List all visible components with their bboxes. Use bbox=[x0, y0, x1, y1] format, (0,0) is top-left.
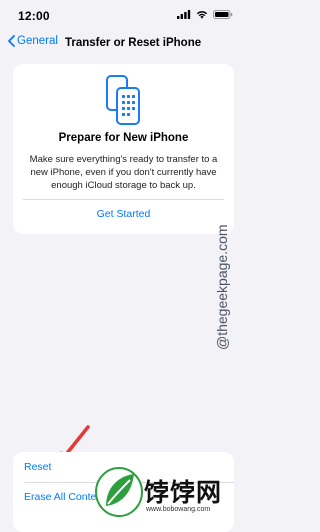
card-divider bbox=[23, 199, 224, 200]
status-time: 12:00 bbox=[18, 9, 50, 23]
site-logo: 饽饽网 www.bobowang.com bbox=[92, 462, 247, 521]
card-title: Prepare for New iPhone bbox=[58, 132, 189, 144]
battery-icon bbox=[213, 10, 233, 19]
wifi-icon bbox=[196, 11, 208, 19]
watermark-text: @thegeekpage.com bbox=[214, 224, 230, 350]
navigation-bar: General Transfer or Reset iPhone bbox=[0, 32, 247, 56]
status-icons bbox=[177, 10, 233, 19]
reset-item[interactable]: Reset bbox=[24, 461, 51, 473]
page-title: Transfer or Reset iPhone bbox=[65, 37, 202, 49]
card-description: Make sure everything's ready to transfer… bbox=[29, 154, 218, 191]
status-bar: 12:00 bbox=[0, 0, 247, 32]
cellular-signal-icon bbox=[177, 10, 191, 19]
leaf-logo-icon bbox=[95, 467, 143, 517]
get-started-button[interactable]: Get Started bbox=[13, 208, 234, 220]
back-button[interactable]: General bbox=[8, 35, 58, 47]
back-button-label: General bbox=[17, 35, 58, 47]
erase-all-content-item[interactable]: Erase All Conter bbox=[24, 491, 100, 503]
prepare-card: Prepare for New iPhone Make sure everyth… bbox=[13, 64, 234, 234]
chevron-left-icon bbox=[8, 35, 15, 47]
logo-text: 饽饽网 bbox=[144, 479, 223, 507]
logo-url: www.bobowang.com bbox=[146, 506, 211, 513]
phones-transfer-icon bbox=[106, 75, 140, 125]
